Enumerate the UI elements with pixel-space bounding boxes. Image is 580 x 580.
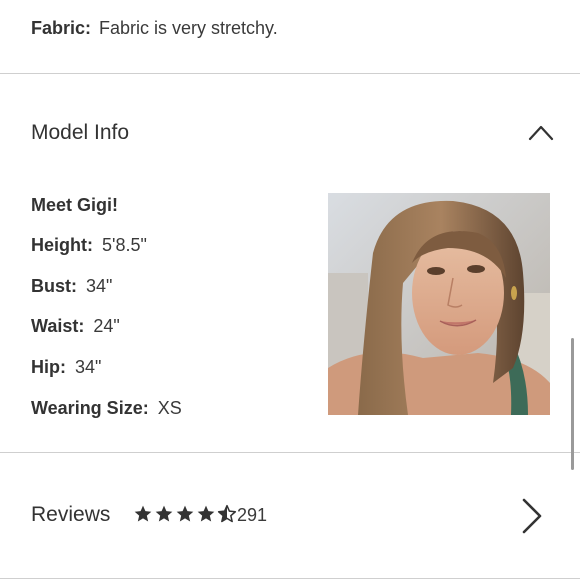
- chevron-right-icon[interactable]: [519, 497, 545, 535]
- star-icon: [176, 505, 194, 522]
- detail-label: Bust:: [31, 276, 77, 296]
- model-intro: Meet Gigi!: [31, 195, 119, 215]
- detail-value: 34": [86, 276, 113, 296]
- model-info-title[interactable]: Model Info: [31, 121, 129, 145]
- star-icon: [155, 505, 173, 522]
- detail-value: 34": [75, 357, 102, 377]
- rating-stars: [133, 504, 237, 526]
- model-wearing-size: Wearing Size: XS: [31, 398, 182, 419]
- detail-label: Waist:: [31, 316, 85, 336]
- star-icon: [197, 505, 215, 522]
- model-hip: Hip: 34": [31, 357, 101, 378]
- model-height: Height: 5'8.5": [31, 235, 147, 256]
- detail-value: 5'8.5": [102, 235, 147, 255]
- detail-value: 24": [93, 316, 120, 336]
- divider: [0, 73, 580, 74]
- chevron-up-icon[interactable]: [526, 121, 556, 143]
- model-bust: Bust: 34": [31, 276, 112, 297]
- detail-label: Hip:: [31, 357, 66, 377]
- model-photo: [328, 193, 550, 415]
- fabric-label: Fabric:: [31, 18, 92, 38]
- fabric-row: Fabric: Fabric is very stretchy.: [31, 18, 278, 39]
- detail-value: XS: [157, 398, 182, 418]
- detail-label: Height:: [31, 235, 93, 255]
- divider: [0, 452, 580, 453]
- star-icon: [134, 505, 152, 522]
- detail-label: Wearing Size:: [31, 398, 149, 418]
- reviews-title[interactable]: Reviews: [31, 503, 110, 527]
- star-half-icon: [217, 504, 237, 523]
- reviews-count[interactable]: 291: [237, 505, 267, 526]
- model-waist: Waist: 24": [31, 316, 120, 337]
- divider: [0, 578, 580, 579]
- scrollbar[interactable]: [571, 338, 574, 470]
- fabric-value: Fabric is very stretchy.: [99, 18, 278, 38]
